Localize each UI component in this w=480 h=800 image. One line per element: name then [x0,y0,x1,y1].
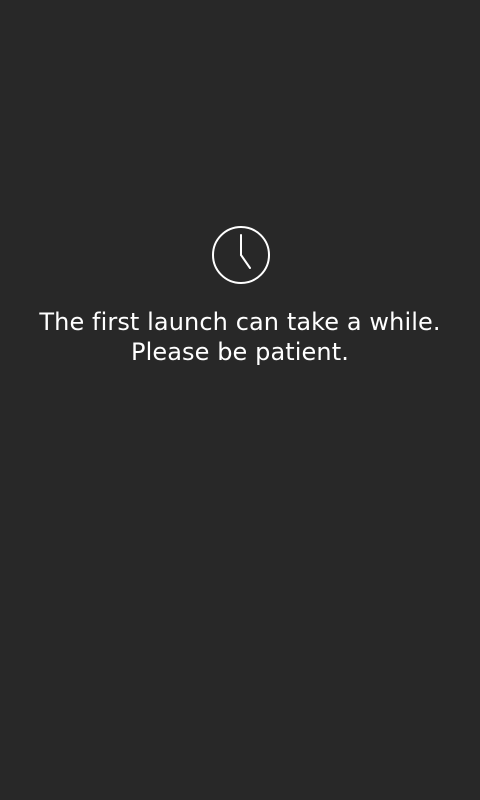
loading-message-line-1: The first launch can take a while. [39,308,441,336]
clock-icon [211,225,271,285]
first-launch-loading-screen: The first launch can take a while. Pleas… [0,0,480,800]
loading-message: The first launch can take a while. Pleas… [0,307,480,367]
loading-message-line-2: Please be patient. [131,338,349,366]
